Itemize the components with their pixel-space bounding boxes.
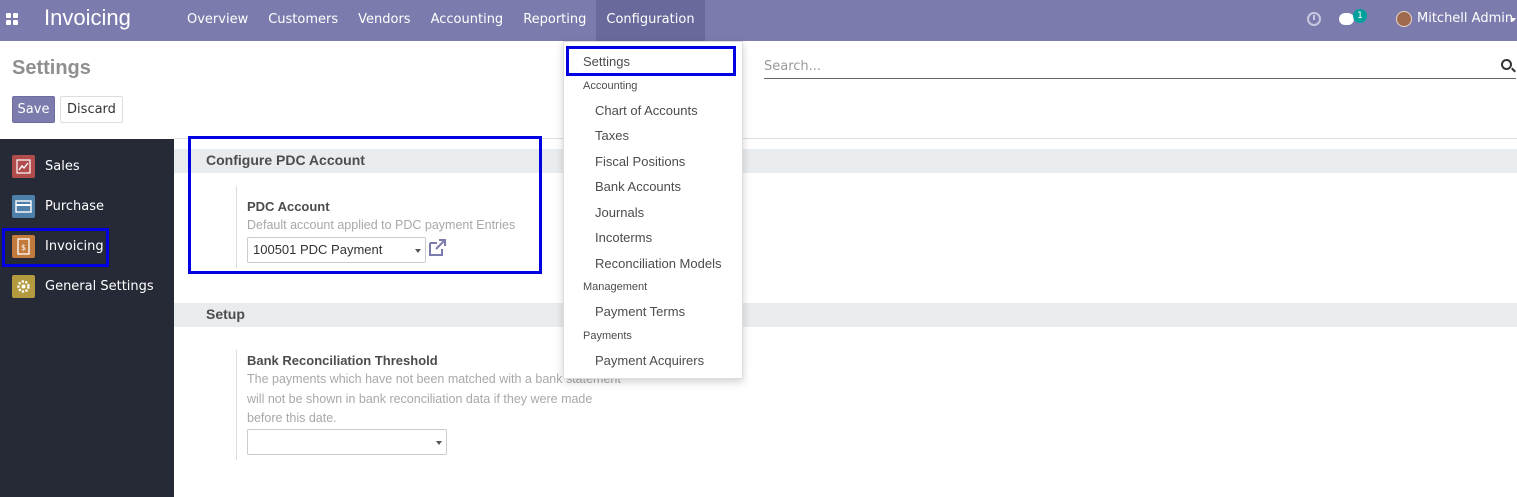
bank-threshold-date-select[interactable] [247, 429, 447, 455]
top-navbar: Invoicing Overview Customers Vendors Acc… [0, 0, 1517, 41]
activity-clock-icon[interactable] [1307, 12, 1321, 26]
section-title-setup: Setup [206, 306, 245, 322]
dropdown-item-payment-acquirers[interactable]: Payment Acquirers [595, 353, 704, 368]
main-menu: Overview Customers Vendors Accounting Re… [177, 0, 705, 41]
menu-customers[interactable]: Customers [258, 0, 348, 41]
dropdown-item-payment-terms[interactable]: Payment Terms [595, 304, 685, 319]
chat-count-badge: 1 [1353, 9, 1367, 23]
apps-grid-icon[interactable] [6, 13, 20, 27]
sidebar-item-sales[interactable]: Sales [0, 147, 174, 187]
purchase-card-icon [12, 195, 35, 218]
dropdown-item-chart-of-accounts[interactable]: Chart of Accounts [595, 103, 698, 118]
sidebar-item-label: Sales [45, 159, 80, 174]
search-input[interactable] [764, 55, 1484, 77]
user-menu-caret-icon[interactable] [1510, 18, 1516, 22]
save-button[interactable]: Save [12, 96, 55, 123]
dropdown-item-settings[interactable]: Settings [583, 54, 630, 69]
menu-accounting[interactable]: Accounting [421, 0, 514, 41]
pdc-account-value: 100501 PDC Payment [253, 242, 383, 257]
bank-threshold-help-line: before this date. [247, 411, 337, 425]
dropdown-item-journals[interactable]: Journals [595, 205, 644, 220]
pdc-account-label: PDC Account [247, 199, 330, 214]
svg-text:$: $ [21, 243, 26, 252]
dropdown-item-reconciliation-models[interactable]: Reconciliation Models [595, 256, 721, 271]
section-header-setup [174, 303, 1517, 327]
configuration-dropdown: Settings Accounting Chart of Accounts Ta… [563, 41, 743, 379]
settings-sidebar: Sales Purchase $ Invoicing General Setti… [0, 139, 174, 497]
sidebar-item-label: Invoicing [45, 239, 104, 254]
sidebar-item-invoicing[interactable]: $ Invoicing [0, 227, 174, 267]
setting-border [236, 186, 237, 268]
search-icon[interactable] [1501, 59, 1512, 70]
dropdown-item-fiscal-positions[interactable]: Fiscal Positions [595, 154, 685, 169]
section-title-pdc: Configure PDC Account [206, 152, 365, 168]
bank-threshold-label: Bank Reconciliation Threshold [247, 353, 438, 368]
menu-overview[interactable]: Overview [177, 0, 258, 41]
bank-threshold-help-line: will not be shown in bank reconciliation… [247, 391, 593, 406]
user-name[interactable]: Mitchell Admin [1417, 11, 1513, 26]
dropdown-header-management: Management [583, 281, 648, 293]
sales-chart-icon [12, 155, 35, 178]
pdc-account-select[interactable]: 100501 PDC Payment [247, 237, 426, 263]
menu-vendors[interactable]: Vendors [348, 0, 420, 41]
sidebar-item-label: Purchase [45, 199, 105, 214]
dropdown-header-accounting: Accounting [583, 80, 638, 92]
pdc-account-help: Default account applied to PDC payment E… [247, 218, 516, 232]
gear-icon [12, 275, 35, 298]
dropdown-caret-icon [436, 441, 442, 445]
dropdown-item-taxes[interactable]: Taxes [595, 128, 629, 143]
section-header-pdc [174, 149, 1517, 173]
search-bar [764, 55, 1516, 79]
discard-button[interactable]: Discard [60, 96, 123, 123]
invoice-document-icon: $ [12, 235, 35, 258]
sidebar-item-label: General Settings [45, 279, 154, 294]
menu-reporting[interactable]: Reporting [513, 0, 596, 41]
user-avatar[interactable] [1396, 11, 1412, 27]
control-panel-divider [174, 138, 1517, 139]
setting-border [236, 350, 237, 460]
app-brand[interactable]: Invoicing [44, 5, 131, 31]
chat-bubble-icon[interactable] [1339, 13, 1354, 25]
dropdown-caret-icon [415, 249, 421, 253]
dropdown-item-incoterms[interactable]: Incoterms [595, 230, 652, 245]
dropdown-item-bank-accounts[interactable]: Bank Accounts [595, 179, 681, 194]
sidebar-item-purchase[interactable]: Purchase [0, 187, 174, 227]
menu-configuration[interactable]: Configuration [596, 0, 705, 41]
dropdown-header-payments: Payments [583, 330, 632, 342]
page-title: Settings [12, 57, 91, 79]
sidebar-item-general-settings[interactable]: General Settings [0, 267, 174, 307]
external-link-icon[interactable] [428, 239, 447, 257]
